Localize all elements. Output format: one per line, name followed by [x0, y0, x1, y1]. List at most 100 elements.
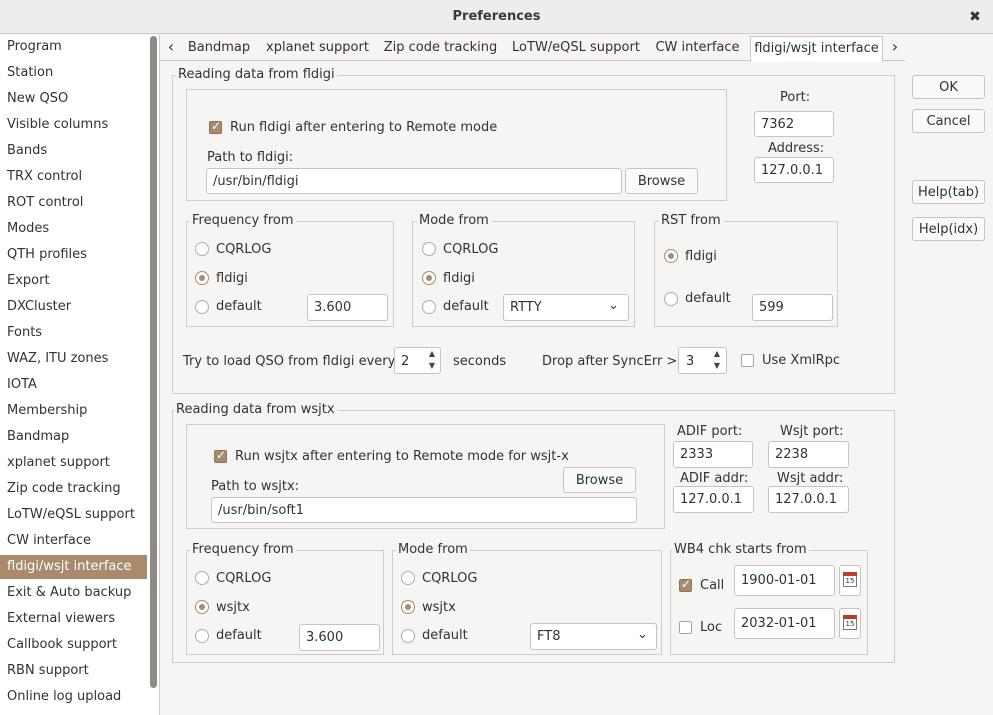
sidebar-item-waz-itu-zones[interactable]: WAZ, ITU zones [7, 347, 147, 371]
drop-syncerr-value: 3 [686, 354, 695, 369]
wsjt-port-input[interactable]: 2238 [768, 441, 849, 468]
wsjt-addr-input[interactable]: 127.0.0.1 [768, 486, 849, 513]
sidebar-item-online-log-upload[interactable]: Online log upload [7, 685, 147, 709]
rst-fldigi-radio[interactable] [664, 249, 678, 263]
wsjtx-path-label: Path to wsjtx: [211, 479, 300, 494]
rst-fldigi-label: fldigi [685, 249, 717, 264]
sidebar-item-dxcluster[interactable]: DXCluster [7, 295, 147, 319]
wsjtx-group-title: Reading data from wsjtx [174, 402, 337, 417]
calendar-icon[interactable]: 15 [839, 608, 861, 639]
wb4-call-checkbox[interactable] [679, 577, 692, 592]
fldigi-freq-default-radio[interactable] [195, 300, 209, 314]
fldigi-mode-default-label: default [443, 299, 489, 314]
rst-default-label: default [685, 291, 731, 306]
tab-cw-interface[interactable]: CW interface [650, 36, 745, 60]
fldigi-browse-button[interactable]: Browse [625, 168, 698, 194]
sidebar-item-xplanet-support[interactable]: xplanet support [7, 451, 147, 475]
wsjt-addr-label: Wsjt addr: [777, 471, 844, 486]
fldigi-freq-cqrlog-radio[interactable] [195, 242, 209, 256]
load-interval-value: 2 [401, 354, 410, 369]
tab-zip-code-tracking[interactable]: Zip code tracking [378, 36, 503, 60]
wsjtx-freq-default-radio[interactable] [195, 629, 209, 643]
sidebar-item-fonts[interactable]: Fonts [7, 321, 147, 345]
wb4-loc-date-input[interactable]: 2032-01-01 [734, 608, 835, 639]
wsjtx-freq-default-input[interactable]: 3.600 [299, 624, 380, 651]
sidebar-item-cw-interface[interactable]: CW interface [7, 529, 147, 553]
sidebar-item-exit-auto-backup[interactable]: Exit & Auto backup [7, 581, 147, 605]
tab-lotw-eqsl-support[interactable]: LoTW/eQSL support [505, 36, 647, 60]
fldigi-freq-cqrlog-label: CQRLOG [216, 242, 272, 257]
sidebar-item-new-qso[interactable]: New QSO [7, 87, 147, 111]
wsjtx-mode-wsjtx-radio[interactable] [401, 600, 415, 614]
close-icon[interactable]: ✖ [966, 8, 984, 26]
cancel-button[interactable]: Cancel [912, 109, 985, 133]
fldigi-frequency-title: Frequency from [190, 213, 296, 228]
sidebar-item-zip-code-tracking[interactable]: Zip code tracking [7, 477, 147, 501]
sidebar-item-callbook-support[interactable]: Callbook support [7, 633, 147, 657]
wb4-loc-checkbox[interactable] [679, 621, 692, 634]
port-input[interactable]: 7362 [754, 111, 834, 137]
port-label: Port: [780, 90, 811, 105]
adif-port-label: ADIF port: [677, 424, 743, 439]
tab-bandmap[interactable]: Bandmap [180, 36, 258, 60]
fldigi-mode-fldigi-radio[interactable] [422, 271, 436, 285]
tab-scroll-left-icon[interactable]: ‹ [162, 36, 180, 60]
wsjtx-mode-cqrlog-radio[interactable] [401, 571, 415, 585]
fldigi-freq-default-label: default [216, 299, 262, 314]
fldigi-freq-fldigi-radio[interactable] [195, 271, 209, 285]
sidebar-item-membership[interactable]: Membership [7, 399, 147, 423]
sidebar-scrollbar[interactable] [150, 36, 157, 688]
sidebar-item-export[interactable]: Export [7, 269, 147, 293]
sidebar-item-station[interactable]: Station [7, 61, 147, 85]
window-title: Preferences [452, 9, 541, 24]
sidebar-item-program[interactable]: Program [7, 35, 147, 59]
fldigi-freq-default-input[interactable]: 3.600 [307, 294, 388, 321]
rst-title: RST from [659, 213, 723, 228]
adif-addr-input[interactable]: 127.0.0.1 [673, 486, 754, 513]
rst-default-input[interactable]: 599 [752, 294, 833, 321]
sidebar-item-external-viewers[interactable]: External viewers [7, 607, 147, 631]
fldigi-path-input[interactable]: /usr/bin/fldigi [206, 168, 622, 194]
sidebar-item-rbn-support[interactable]: RBN support [7, 659, 147, 683]
sidebar-item-modes[interactable]: Modes [7, 217, 147, 241]
help-tab-button[interactable]: Help(tab) [912, 180, 985, 204]
sidebar-item-lotw-eqsl-support[interactable]: LoTW/eQSL support [7, 503, 147, 527]
wsjtx-freq-cqrlog-radio[interactable] [195, 571, 209, 585]
help-idx-button[interactable]: Help(idx) [912, 217, 985, 241]
spinner-arrows-icon[interactable]: ▲ ▼ [711, 348, 723, 372]
sidebar-item-iota[interactable]: IOTA [7, 373, 147, 397]
sidebar-item-trx-control[interactable]: TRX control [7, 165, 147, 189]
fldigi-mode-default-radio[interactable] [422, 300, 436, 314]
wsjtx-freq-wsjtx-radio[interactable] [195, 600, 209, 614]
spinner-arrows-icon[interactable]: ▲ ▼ [426, 348, 438, 372]
address-input[interactable]: 127.0.0.1 [754, 157, 834, 183]
sidebar-item-bandmap[interactable]: Bandmap [7, 425, 147, 449]
adif-port-input[interactable]: 2333 [673, 441, 753, 468]
wsjtx-mode-default-radio[interactable] [401, 629, 415, 643]
wsjtx-browse-button[interactable]: Browse [563, 467, 636, 493]
sidebar-item-fldigi-wsjt-interface[interactable]: fldigi/wsjt interface [0, 555, 147, 579]
sidebar-item-rot-control[interactable]: ROT control [7, 191, 147, 215]
tab-fldigi-wsjt-interface[interactable]: fldigi/wsjt interface [750, 36, 883, 62]
tab-scroll-right-icon[interactable]: › [886, 36, 904, 60]
wsjtx-path-input[interactable]: /usr/bin/soft1 [211, 497, 637, 523]
sidebar-item-qth-profiles[interactable]: QTH profiles [7, 243, 147, 267]
ok-button[interactable]: OK [912, 75, 985, 99]
calendar-icon[interactable]: 15 [839, 565, 861, 596]
use-xmlrpc-checkbox[interactable] [741, 354, 754, 367]
tab-xplanet-support[interactable]: xplanet support [260, 36, 375, 60]
fldigi-path-label: Path to fldigi: [207, 150, 294, 165]
sidebar-item-bands[interactable]: Bands [7, 139, 147, 163]
fldigi-group-title: Reading data from fldigi [176, 67, 337, 82]
sidebar-item-visible-columns[interactable]: Visible columns [7, 113, 147, 137]
wsjtx-freq-default-label: default [216, 628, 262, 643]
wb4-loc-label: Loc [700, 620, 723, 635]
fldigi-mode-cqrlog-radio[interactable] [422, 242, 436, 256]
wsjtx-run-checkbox[interactable] [214, 448, 227, 463]
fldigi-mode-select-value: RTTY [510, 300, 542, 315]
fldigi-mode-cqrlog-label: CQRLOG [443, 242, 499, 257]
fldigi-run-checkbox[interactable] [209, 119, 222, 134]
wsjtx-mode-title: Mode from [396, 542, 470, 557]
rst-default-radio[interactable] [664, 292, 678, 306]
wb4-call-date-input[interactable]: 1900-01-01 [734, 565, 835, 596]
